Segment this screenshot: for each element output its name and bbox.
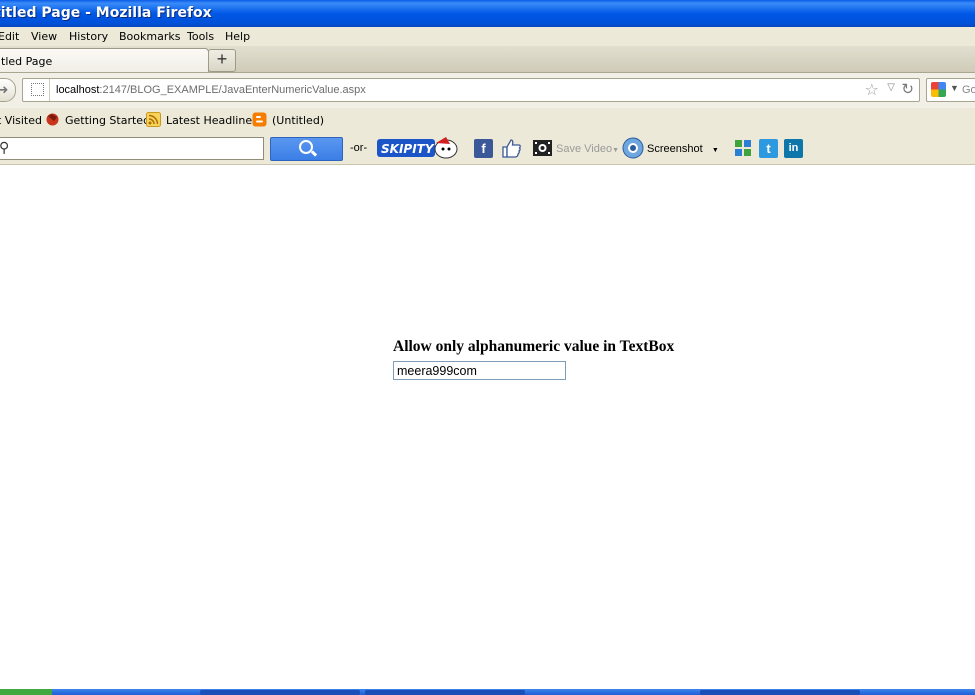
taskbar-item[interactable] — [365, 690, 525, 695]
title-bar: titled Page - Mozilla Firefox — [0, 0, 975, 27]
window-title: titled Page - Mozilla Firefox — [0, 5, 212, 21]
arrow-right-icon: ➜ — [0, 82, 9, 97]
search-engine-box[interactable]: ▼ Go — [926, 78, 975, 102]
page-icon — [31, 83, 44, 96]
share-icon[interactable] — [733, 138, 753, 158]
history-dropdown-icon[interactable]: ▽ — [887, 82, 895, 93]
save-video-label: Save Video — [556, 143, 613, 155]
menu-history[interactable]: History — [69, 30, 108, 43]
taskbar-item[interactable] — [200, 690, 360, 695]
search-icon — [299, 140, 313, 154]
alphanumeric-textbox[interactable] — [393, 361, 566, 380]
linkedin-icon[interactable]: in — [784, 139, 803, 158]
search-engine-placeholder: Go — [962, 84, 975, 96]
firefox-icon — [46, 113, 59, 126]
blogger-icon — [252, 112, 267, 127]
url-text[interactable]: localhost:2147/BLOG_EXAMPLE/JavaEnterNum… — [56, 84, 366, 96]
start-button[interactable] — [0, 689, 52, 695]
url-bar[interactable]: localhost:2147/BLOG_EXAMPLE/JavaEnterNum… — [22, 78, 920, 102]
url-divider — [49, 79, 50, 101]
bookmark-getting-started[interactable]: Getting Started — [65, 114, 150, 127]
page-content — [0, 165, 975, 689]
toolbar-search-button[interactable] — [270, 137, 343, 161]
tab-active[interactable]: tled Page — [0, 48, 209, 74]
new-tab-button[interactable]: + — [208, 49, 236, 72]
reload-icon[interactable]: ↻ — [901, 80, 914, 98]
save-video-icon[interactable] — [532, 138, 553, 159]
like-icon[interactable] — [500, 137, 522, 159]
bookmark-untitled[interactable]: (Untitled) — [272, 114, 324, 127]
google-icon[interactable] — [931, 82, 946, 97]
dropdown-arrow-icon: ▼ — [711, 147, 719, 154]
screenshot-icon[interactable] — [622, 137, 644, 159]
rss-feed-icon — [146, 112, 161, 127]
menu-view[interactable]: View — [31, 30, 57, 43]
menu-edit[interactable]: Edit — [0, 30, 19, 43]
twitter-icon[interactable]: t — [759, 139, 778, 158]
url-path: :2147/BLOG_EXAMPLE/JavaEnterNumericValue… — [99, 84, 366, 96]
dropdown-arrow-icon: ▼ — [612, 147, 620, 154]
toolbar-search-input[interactable]: ⚲ — [0, 137, 264, 160]
bookmark-star-icon[interactable]: ☆ — [865, 80, 879, 100]
menu-help[interactable]: Help — [225, 30, 250, 43]
screenshot-button[interactable]: Screenshot ▼ — [647, 143, 719, 155]
search-icon: ⚲ — [0, 139, 10, 155]
save-video-button[interactable]: Save Video▼ — [556, 143, 619, 155]
bookmark-latest-headlines[interactable]: Latest Headlines — [166, 114, 258, 127]
url-host: localhost — [56, 84, 100, 96]
bookmark-most-visited[interactable]: t Visited — [0, 114, 42, 127]
taskbar — [0, 689, 975, 695]
page-heading: Allow only alphanumeric value in TextBox — [393, 338, 675, 355]
menu-tools[interactable]: Tools — [187, 30, 214, 43]
tab-title: tled Page — [1, 55, 53, 68]
skipity-logo-button[interactable]: SKIPITY — [376, 136, 458, 160]
bookmarks-bar: t Visited Getting Started Latest Headlin… — [0, 108, 975, 133]
menu-bar: Edit View History Bookmarks Tools Help — [0, 27, 975, 46]
facebook-icon[interactable]: f — [474, 139, 493, 158]
menu-bookmarks[interactable]: Bookmarks — [119, 30, 180, 43]
skipity-label: SKIPITY — [381, 142, 435, 156]
or-label: -or- — [350, 142, 368, 154]
chevron-down-icon[interactable]: ▼ — [950, 83, 959, 93]
taskbar-item[interactable] — [700, 690, 860, 695]
screenshot-label: Screenshot — [647, 143, 703, 155]
